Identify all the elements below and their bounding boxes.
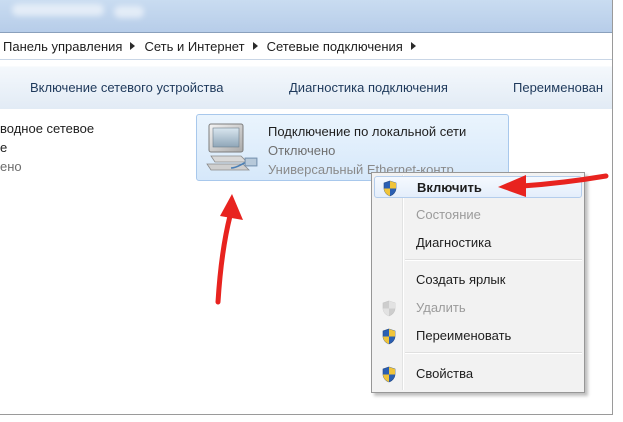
context-menu: Включить Состояние Диагностика Создать я…	[371, 172, 585, 393]
connection-status: е	[0, 140, 8, 155]
menu-separator	[405, 352, 582, 354]
connection-name: Подключение по локальной сети	[268, 124, 467, 139]
rename-button[interactable]: Переименован	[513, 80, 603, 95]
menu-item-enable[interactable]: Включить	[374, 176, 582, 198]
connection-name: водное сетевое	[0, 121, 95, 136]
menu-item-status: Состояние	[374, 204, 582, 226]
command-bar: Включение сетевого устройства Диагностик…	[0, 66, 612, 110]
menu-item-label: Состояние	[416, 207, 481, 222]
menu-item-properties[interactable]: Свойства	[374, 363, 582, 385]
menu-item-label: Диагностика	[416, 235, 492, 250]
connection-item-local-area[interactable]: Подключение по локальной сети Отключено …	[196, 114, 509, 181]
breadcrumb-network-internet[interactable]: Сеть и Интернет	[144, 39, 266, 54]
connection-adapter: ено	[0, 159, 22, 174]
menu-item-create-shortcut[interactable]: Создать ярлык	[374, 269, 582, 291]
menu-item-label: Создать ярлык	[416, 272, 506, 287]
breadcrumb-label: Сетевые подключения	[266, 38, 403, 54]
title-bar	[0, 0, 612, 32]
title-glow	[12, 4, 104, 16]
breadcrumb-arrow-icon[interactable]	[252, 42, 258, 50]
menu-item-rename[interactable]: Переименовать	[374, 325, 582, 347]
uac-shield-icon	[382, 366, 396, 383]
menu-item-delete: Удалить	[374, 297, 582, 319]
breadcrumb[interactable]: Панель управления Сеть и Интернет Сетевы…	[0, 32, 612, 60]
breadcrumb-arrow-icon[interactable]	[130, 42, 136, 50]
breadcrumb-arrow-icon[interactable]	[410, 42, 416, 50]
breadcrumb-control-panel[interactable]: Панель управления	[0, 39, 144, 54]
diagnose-connection-button[interactable]: Диагностика подключения	[289, 80, 448, 95]
uac-shield-icon	[383, 180, 397, 197]
address-bar: Панель управления Сеть и Интернет Сетевы…	[0, 32, 612, 60]
menu-item-label: Удалить	[416, 300, 466, 315]
breadcrumb-network-connections[interactable]: Сетевые подключения	[267, 39, 425, 54]
connection-details: Подключение по локальной сети Отключено …	[268, 122, 466, 179]
menu-item-label: Включить	[417, 180, 482, 195]
menu-item-label: Свойства	[416, 366, 474, 381]
menu-item-label: Переименовать	[416, 328, 512, 343]
network-computer-icon	[206, 123, 258, 171]
breadcrumb-label: Панель управления	[3, 38, 123, 54]
connection-item-partial[interactable]: водное сетевое е ено	[0, 119, 94, 176]
menu-item-diagnostics[interactable]: Диагностика	[374, 232, 582, 254]
connection-status: Отключено	[268, 143, 336, 158]
title-glow	[114, 6, 144, 18]
breadcrumb-label: Сеть и Интернет	[144, 38, 245, 54]
uac-shield-icon	[382, 328, 396, 345]
uac-shield-icon	[382, 300, 396, 317]
enable-device-button[interactable]: Включение сетевого устройства	[30, 80, 223, 95]
menu-separator	[405, 259, 582, 261]
